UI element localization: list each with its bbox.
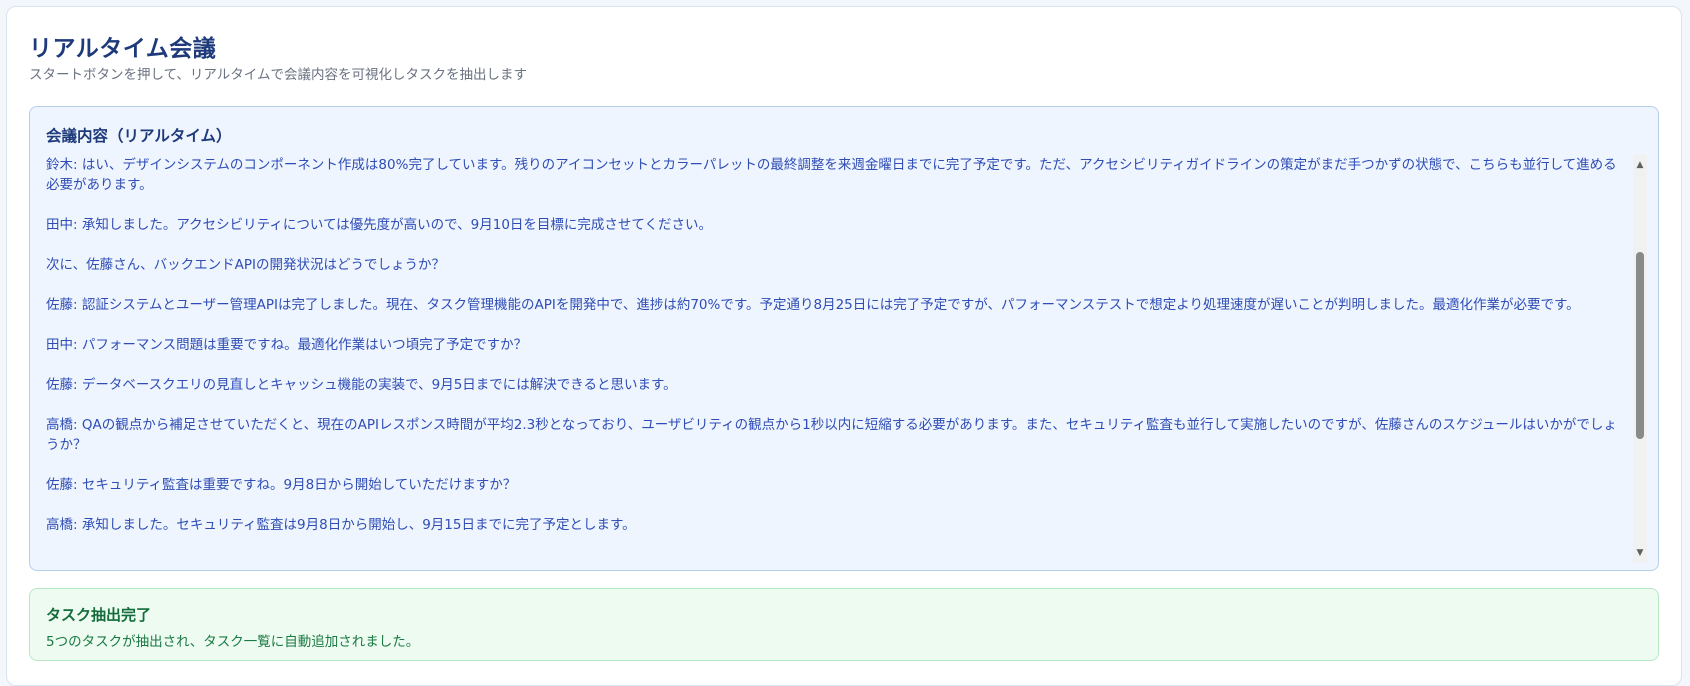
transcript-line: 田中: パフォーマンス問題は重要ですね。最適化作業はいつ頃完了予定ですか？: [46, 337, 528, 353]
transcript-line: 佐藤: セキュリティ監査は重要ですね。9月8日から開始していただけますか？: [46, 477, 517, 493]
transcript-heading: 会議内容（リアルタイム）: [46, 127, 232, 145]
scrollbar-thumb[interactable]: [1636, 252, 1644, 439]
scroll-down-arrow-icon[interactable]: ▼: [1633, 546, 1647, 560]
page-title: リアルタイム会議: [29, 36, 217, 62]
transcript-line: 次に、佐藤さん、バックエンドAPIの開発状況はどうでしょうか？: [46, 257, 445, 273]
transcript-line: 高橋: QAの観点から補足させていただくと、現在のAPIレスポンス時間が平均2.…: [46, 417, 1617, 453]
page-subtitle: スタートボタンを押して、リアルタイムで会議内容を可視化しタスクを抽出します: [29, 67, 528, 83]
task-extraction-status: タスク抽出完了 5つのタスクが抽出され、タスク一覧に自動追加されました。: [29, 588, 1659, 661]
transcript-line: 佐藤: データベースクエリの見直しとキャッシュ機能の実装で、9月5日までには解決…: [46, 377, 677, 393]
transcript-line: 鈴木: はい、デザインシステムのコンポーネント作成は80%完了しています。残りの…: [46, 157, 1617, 193]
transcript-line: 高橋: 承知しました。セキュリティ監査は9月8日から開始し、9月15日までに完了…: [46, 517, 636, 533]
transcript-line: 佐藤: 認証システムとユーザー管理APIは完了しました。現在、タスク管理機能のA…: [46, 297, 1580, 313]
meeting-card: リアルタイム会議 スタートボタンを押して、リアルタイムで会議内容を可視化しタスク…: [6, 6, 1682, 686]
transcript-body: 鈴木: はい、デザインシステムのコンポーネント作成は80%完了しています。残りの…: [46, 155, 1624, 535]
scroll-up-arrow-icon[interactable]: ▲: [1633, 158, 1647, 172]
status-message: 5つのタスクが抽出され、タスク一覧に自動追加されました。: [46, 634, 420, 650]
transcript-scrollbar[interactable]: ▲ ▼: [1633, 155, 1647, 563]
status-title: タスク抽出完了: [46, 606, 152, 624]
transcript-panel: 会議内容（リアルタイム） 鈴木: はい、デザインシステムのコンポーネント作成は8…: [29, 106, 1659, 571]
transcript-scroll-area[interactable]: 鈴木: はい、デザインシステムのコンポーネント作成は80%完了しています。残りの…: [46, 155, 1647, 563]
transcript-line: 田中: 承知しました。アクセシビリティについては優先度が高いので、9月10日を目…: [46, 217, 713, 233]
